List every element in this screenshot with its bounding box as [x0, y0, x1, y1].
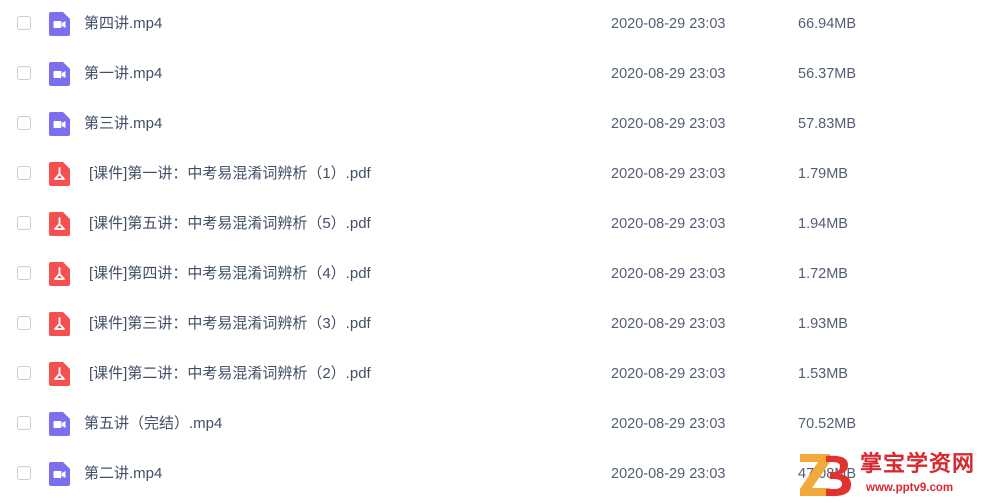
row-checkbox[interactable] — [17, 66, 31, 80]
file-date: 2020-08-29 23:03 — [611, 316, 726, 332]
site-watermark: 掌宝学资网 www.pptv9.com — [796, 448, 980, 500]
video-file-icon — [49, 412, 70, 436]
file-name[interactable]: 第一讲.mp4 — [84, 64, 162, 84]
file-date: 2020-08-29 23:03 — [611, 416, 726, 432]
pdf-file-icon — [49, 262, 70, 286]
file-size: 1.72MB — [798, 266, 848, 282]
file-date: 2020-08-29 23:03 — [611, 166, 726, 182]
pdf-file-icon — [49, 362, 70, 386]
row-checkbox[interactable] — [17, 316, 31, 330]
pdf-file-icon — [49, 162, 70, 186]
file-name[interactable]: [课件]第四讲：中考易混淆词辨析（4）.pdf — [89, 264, 371, 284]
file-row-5[interactable]: [课件]第五讲：中考易混淆词辨析（5）.pdf 2020-08-29 23:03… — [0, 200, 982, 250]
pdf-file-icon — [49, 212, 70, 236]
file-row-8[interactable]: [课件]第二讲：中考易混淆词辨析（2）.pdf 2020-08-29 23:03… — [0, 350, 982, 400]
file-row-2[interactable]: 第一讲.mp4 2020-08-29 23:03 56.37MB — [0, 50, 982, 100]
file-size: 1.79MB — [798, 166, 848, 182]
file-row-3[interactable]: 第三讲.mp4 2020-08-29 23:03 57.83MB — [0, 100, 982, 150]
watermark-logo — [800, 454, 852, 497]
file-name[interactable]: [课件]第三讲：中考易混淆词辨析（3）.pdf — [89, 314, 371, 334]
file-name[interactable]: [课件]第二讲：中考易混淆词辨析（2）.pdf — [89, 364, 371, 384]
file-name[interactable]: 第三讲.mp4 — [84, 114, 162, 134]
file-size: 70.52MB — [798, 416, 857, 432]
file-row-4[interactable]: [课件]第一讲：中考易混淆词辨析（1）.pdf 2020-08-29 23:03… — [0, 150, 982, 200]
row-checkbox[interactable] — [17, 416, 31, 430]
file-row-7[interactable]: [课件]第三讲：中考易混淆词辨析（3）.pdf 2020-08-29 23:03… — [0, 300, 982, 350]
pdf-file-icon — [49, 312, 70, 336]
file-size: 57.83MB — [798, 116, 857, 132]
file-name[interactable]: 第四讲.mp4 — [84, 14, 162, 34]
file-size: 1.53MB — [798, 366, 848, 382]
file-list: 第四讲.mp4 2020-08-29 23:03 66.94MB 第一讲.mp4… — [0, 0, 982, 503]
file-name[interactable]: [课件]第一讲：中考易混淆词辨析（1）.pdf — [89, 164, 371, 184]
row-checkbox[interactable] — [17, 16, 31, 30]
file-name[interactable]: 第二讲.mp4 — [84, 464, 162, 484]
watermark-title: 掌宝学资网 — [860, 452, 976, 477]
video-file-icon — [49, 62, 70, 86]
video-file-icon — [49, 112, 70, 136]
file-size: 1.94MB — [798, 216, 848, 232]
file-date: 2020-08-29 23:03 — [611, 16, 726, 32]
file-size: 1.93MB — [798, 316, 848, 332]
row-checkbox[interactable] — [17, 116, 31, 130]
row-checkbox[interactable] — [17, 466, 31, 480]
video-file-icon — [49, 12, 70, 36]
file-size: 66.94MB — [798, 16, 857, 32]
file-date: 2020-08-29 23:03 — [611, 66, 726, 82]
file-date: 2020-08-29 23:03 — [611, 116, 726, 132]
video-file-icon — [49, 462, 70, 486]
row-checkbox[interactable] — [17, 366, 31, 380]
file-date: 2020-08-29 23:03 — [611, 366, 726, 382]
row-checkbox[interactable] — [17, 266, 31, 280]
file-row-6[interactable]: [课件]第四讲：中考易混淆词辨析（4）.pdf 2020-08-29 23:03… — [0, 250, 982, 300]
row-checkbox[interactable] — [17, 166, 31, 180]
file-date: 2020-08-29 23:03 — [611, 466, 726, 482]
file-date: 2020-08-29 23:03 — [611, 266, 726, 282]
file-row-9[interactable]: 第五讲（完结）.mp4 2020-08-29 23:03 70.52MB — [0, 400, 982, 450]
file-name[interactable]: [课件]第五讲：中考易混淆词辨析（5）.pdf — [89, 214, 371, 234]
file-row-1[interactable]: 第四讲.mp4 2020-08-29 23:03 66.94MB — [0, 0, 982, 50]
row-checkbox[interactable] — [17, 216, 31, 230]
watermark-url: www.pptv9.com — [866, 482, 954, 494]
file-date: 2020-08-29 23:03 — [611, 216, 726, 232]
file-name[interactable]: 第五讲（完结）.mp4 — [84, 414, 222, 434]
file-size: 56.37MB — [798, 66, 857, 82]
